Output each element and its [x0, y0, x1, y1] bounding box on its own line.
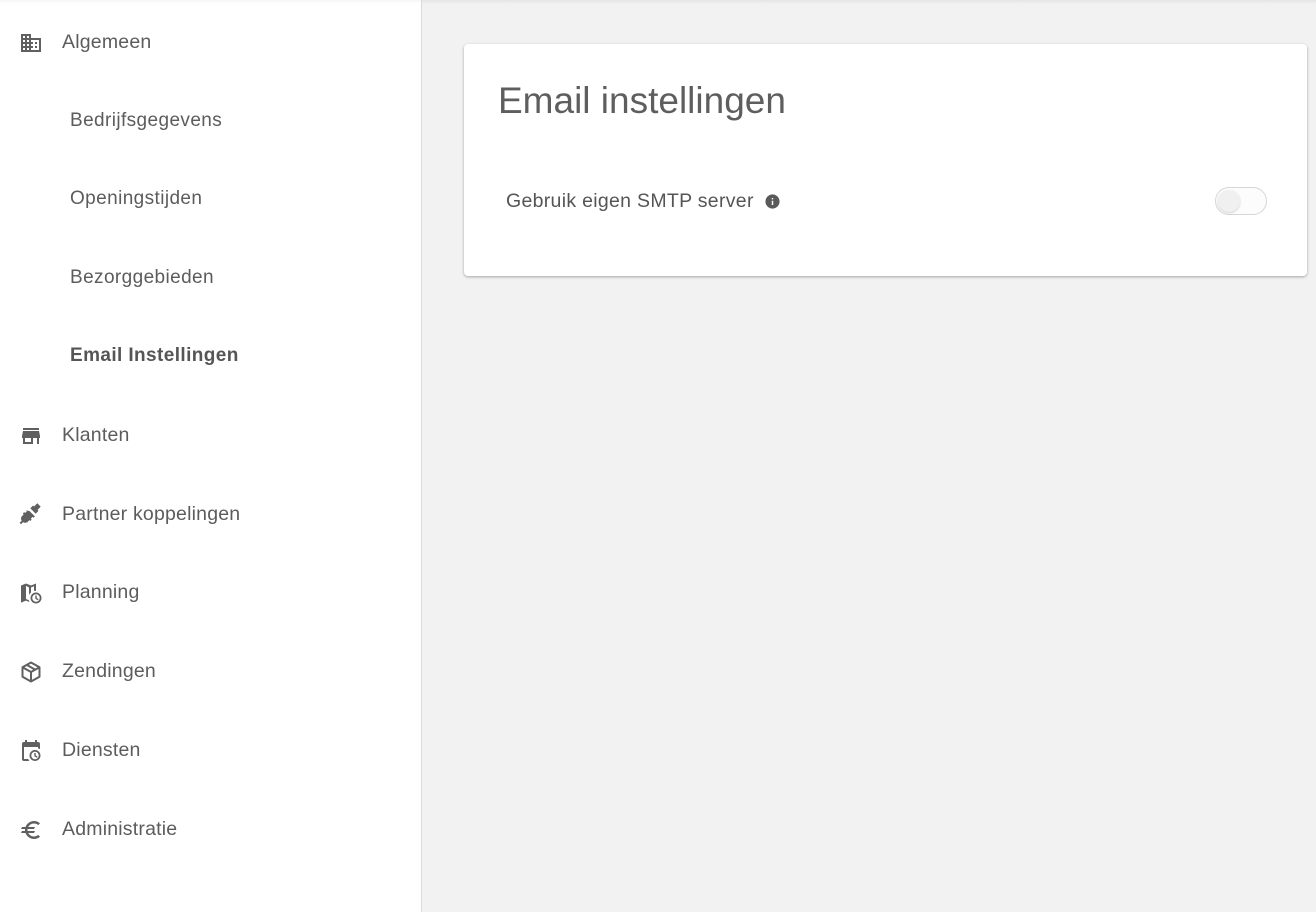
euro-icon — [18, 817, 44, 843]
sidebar-item-label: Planning — [62, 580, 140, 603]
sidebar-item-administratie[interactable]: Administratie — [0, 809, 421, 849]
sidebar-item-label: Openingstijden — [70, 188, 203, 209]
sidebar-item-label: Algemeen — [62, 30, 152, 53]
package-icon — [18, 659, 44, 685]
sidebar-item-algemeen[interactable]: Algemeen — [0, 22, 421, 62]
sidebar-item-openingstijden[interactable]: Openingstijden — [0, 179, 421, 219]
page-title: Email instellingen — [498, 80, 786, 121]
calendar-clock-icon — [18, 738, 44, 764]
email-settings-card: Email instellingen Gebruik eigen SMTP se… — [464, 44, 1307, 276]
map-clock-icon — [18, 580, 44, 606]
sidebar-item-planning[interactable]: Planning — [0, 572, 421, 612]
sidebar-item-label: Klanten — [62, 423, 130, 446]
sidebar-item-label: Administratie — [62, 817, 178, 840]
plug-icon — [18, 502, 44, 528]
sidebar-item-email-instellingen[interactable]: Email Instellingen — [0, 336, 421, 376]
sidebar-item-diensten[interactable]: Diensten — [0, 730, 421, 770]
main-top-shadow — [422, 0, 1316, 4]
sidebar-item-label: Partner koppelingen — [62, 502, 241, 525]
info-icon[interactable] — [764, 193, 781, 210]
smtp-setting-label: Gebruik eigen SMTP server — [506, 189, 754, 212]
sidebar-item-label: Diensten — [62, 738, 141, 761]
smtp-setting-row: Gebruik eigen SMTP server — [506, 184, 1267, 218]
toggle-knob — [1218, 190, 1240, 212]
sidebar-item-bedrijfsgegevens[interactable]: Bedrijfsgegevens — [0, 101, 421, 141]
store-icon — [18, 423, 44, 449]
sidebar-item-label: Zendingen — [62, 659, 156, 682]
sidebar-item-label: Email Instellingen — [70, 345, 239, 366]
sidebar: Algemeen Bedrijfsgegevens Openingstijden… — [0, 0, 422, 912]
building-icon — [18, 30, 44, 56]
sidebar-item-label: Bezorggebieden — [70, 267, 214, 288]
sidebar-item-label: Bedrijfsgegevens — [70, 110, 223, 131]
smtp-toggle[interactable] — [1215, 187, 1267, 215]
sidebar-item-bezorggebieden[interactable]: Bezorggebieden — [0, 258, 421, 298]
sidebar-item-partner-koppelingen[interactable]: Partner koppelingen — [0, 494, 421, 534]
sidebar-item-zendingen[interactable]: Zendingen — [0, 651, 421, 691]
sidebar-item-klanten[interactable]: Klanten — [0, 415, 421, 455]
